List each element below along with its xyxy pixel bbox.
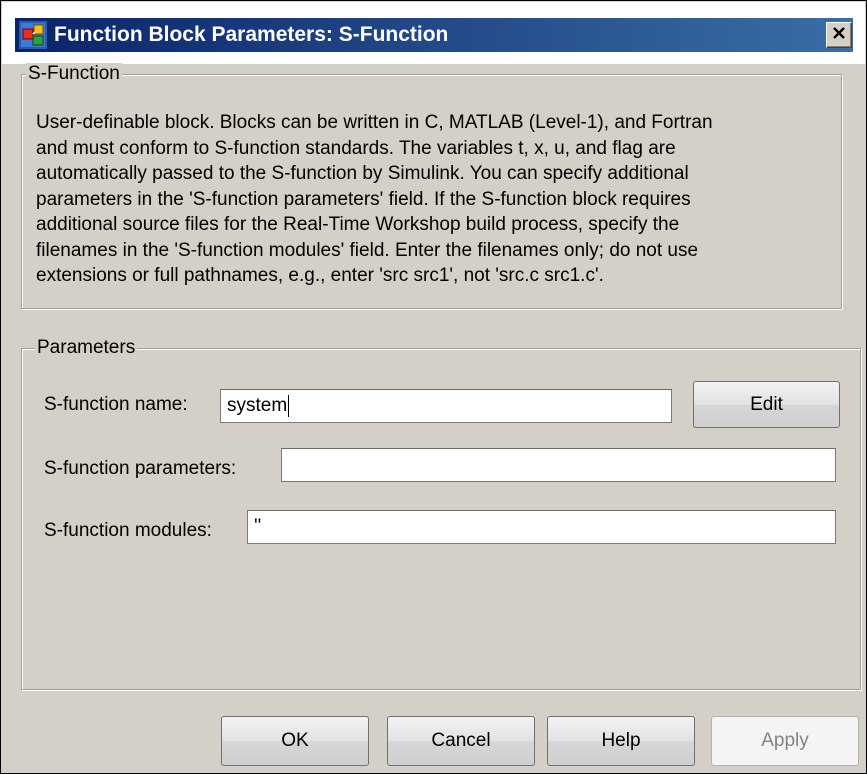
description-group-legend: S-Function: [26, 63, 122, 85]
s-function-name-value: system: [227, 395, 288, 416]
simulink-block-icon: [19, 21, 47, 49]
title-bar[interactable]: Function Block Parameters: S-Function: [2, 2, 865, 64]
text-caret: [288, 394, 290, 417]
parameters-group: Parameters S-function name: system Edit …: [21, 337, 861, 690]
window-title: Function Block Parameters: S-Function: [54, 23, 449, 46]
apply-button[interactable]: Apply: [711, 716, 859, 766]
parameters-group-legend: Parameters: [35, 337, 138, 359]
description-group: S-Function User-definable block. Blocks …: [21, 63, 842, 309]
dialog-window: Function Block Parameters: S-Function S-…: [0, 0, 867, 774]
help-button[interactable]: Help: [547, 716, 695, 766]
ok-button[interactable]: OK: [221, 716, 369, 766]
description-text: User-definable block. Blocks can be writ…: [36, 112, 713, 286]
s-function-name-input[interactable]: system: [220, 389, 672, 423]
s-function-name-label: S-function name:: [44, 394, 188, 415]
s-function-parameters-label: S-function parameters:: [44, 458, 237, 479]
cancel-button[interactable]: Cancel: [387, 716, 535, 766]
close-button[interactable]: [826, 22, 852, 48]
dialog-client-area: S-Function User-definable block. Blocks …: [2, 63, 865, 773]
s-function-modules-input[interactable]: '': [247, 510, 836, 544]
close-icon: [832, 24, 846, 46]
edit-button[interactable]: Edit: [693, 381, 840, 428]
s-function-modules-label: S-function modules:: [44, 520, 212, 541]
s-function-parameters-input[interactable]: [281, 448, 836, 482]
